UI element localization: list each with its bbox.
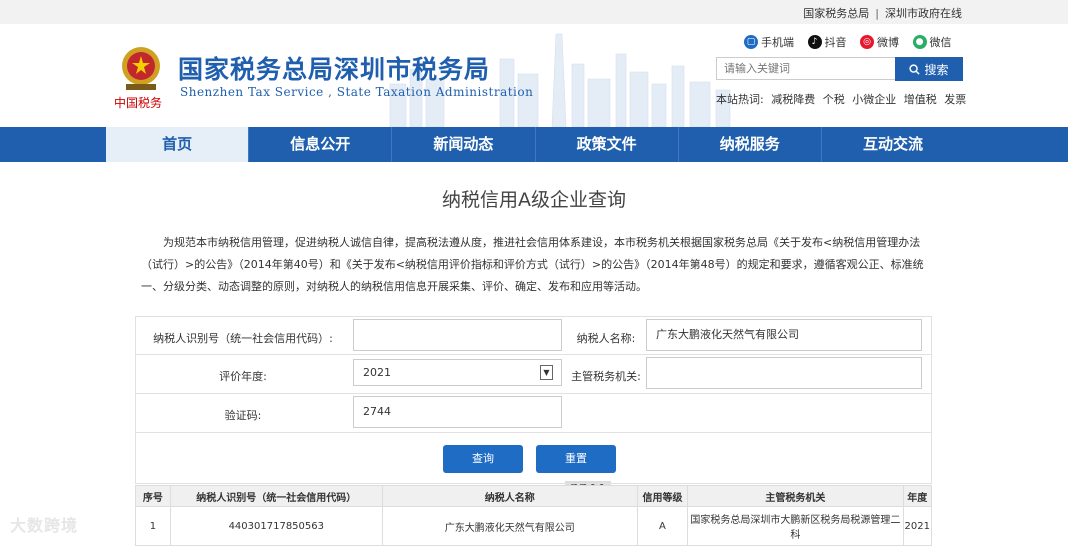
nav-home[interactable]: 首页 xyxy=(106,127,250,162)
nav-news[interactable]: 新闻动态 xyxy=(392,127,536,162)
cell-year: 2021 xyxy=(902,506,933,546)
col-header-taxpayer-name: 纳税人名称 xyxy=(381,485,638,507)
cell-taxpayer-name: 广东大鹏液化天然气有限公司 xyxy=(381,506,638,546)
main-nav: 首页 信息公开 新闻动态 政策文件 纳税服务 互动交流 xyxy=(0,127,1068,162)
query-button[interactable]: 查询 xyxy=(443,445,523,473)
social-wechat[interactable]: ● 微信 xyxy=(912,34,952,50)
social-douyin[interactable]: ♪ 抖音 xyxy=(807,34,847,50)
cell-index: 1 xyxy=(135,506,171,546)
col-header-authority: 主管税务机关 xyxy=(687,485,904,507)
cell-credit-level: A xyxy=(636,506,689,546)
taxpayer-id-field[interactable] xyxy=(353,319,562,351)
form-row: 纳税人识别号（统一社会信用代码）: 纳税人名称: 广东大鹏液化天然气有限公司 xyxy=(135,316,932,355)
wechat-icon: ● xyxy=(912,35,927,49)
hot-words-label: 本站热词: xyxy=(716,93,764,106)
taxpayer-id-label: 纳税人识别号（统一社会信用代码）: xyxy=(153,332,333,345)
search-button[interactable]: 搜索 xyxy=(895,57,963,81)
taxpayer-name-label: 纳税人名称: xyxy=(576,332,636,345)
nav-info-disclosure[interactable]: 信息公开 xyxy=(249,127,393,162)
top-links: 国家税务总局 | 深圳市政府在线 xyxy=(803,7,962,20)
nav-policy[interactable]: 政策文件 xyxy=(536,127,679,162)
form-row: 查询 重置 xyxy=(135,432,932,484)
results-table: 序号 纳税人识别号（统一社会信用代码） 纳税人名称 信用等级 主管税务机关 年度… xyxy=(135,485,933,546)
col-header-taxpayer-id: 纳税人识别号（统一社会信用代码） xyxy=(169,485,383,507)
social-weibo[interactable]: ◎ 微博 xyxy=(860,34,899,50)
year-label: 评价年度: xyxy=(219,370,267,383)
weibo-icon: ◎ xyxy=(860,35,874,49)
site-title-en: Shenzhen Tax Service , State Taxation Ad… xyxy=(180,85,534,99)
search-input[interactable] xyxy=(716,57,900,80)
authority-label: 主管税务机关: xyxy=(571,370,641,383)
top-link-sz-gov[interactable]: 深圳市政府在线 xyxy=(885,7,962,20)
emblem-caption: 中国税务 xyxy=(114,96,163,110)
form-row: 验证码: 2744 2744 xyxy=(135,393,932,499)
hot-word[interactable]: 增值税 xyxy=(904,93,937,106)
hot-word[interactable]: 发票 xyxy=(944,93,966,106)
hot-word[interactable]: 个税 xyxy=(823,93,845,106)
search-icon xyxy=(909,63,921,75)
mobile-icon: ▢ xyxy=(744,35,758,49)
top-link-sat[interactable]: 国家税务总局 xyxy=(803,7,869,20)
social-mobile[interactable]: ▢ 手机端 xyxy=(744,34,794,50)
site-title: 国家税务总局深圳市税务局 xyxy=(178,55,491,84)
taxpayer-name-field[interactable]: 广东大鹏液化天然气有限公司 xyxy=(646,319,922,351)
hot-word[interactable]: 减税降费 xyxy=(771,93,815,106)
col-header-credit-level: 信用等级 xyxy=(636,485,689,507)
captcha-field[interactable]: 2744 xyxy=(353,396,562,428)
nav-interaction[interactable]: 互动交流 xyxy=(822,127,964,162)
hot-word[interactable]: 小微企业 xyxy=(852,93,896,106)
chevron-down-icon: ▼ xyxy=(540,365,553,380)
cell-authority: 国家税务总局深圳市大鹏新区税务局税源管理二科 xyxy=(687,506,904,546)
col-header-index: 序号 xyxy=(135,485,171,507)
page-title: 纳税信用A级企业查询 xyxy=(442,189,626,211)
douyin-icon: ♪ xyxy=(807,35,822,49)
col-header-year: 年度 xyxy=(902,485,933,507)
year-select[interactable]: 2021 ▼ xyxy=(353,359,562,386)
captcha-label: 验证码: xyxy=(224,409,262,422)
site-header: 中国税务 国家税务总局深圳市税务局 Shenzhen Tax Service ,… xyxy=(0,24,1068,127)
hot-words: 本站热词: 减税降费 个税 小微企业 增值税 发票 xyxy=(716,91,970,107)
table-row: 1 440301717850563 广东大鹏液化天然气有限公司 A 国家税务总局… xyxy=(135,506,933,546)
reset-button[interactable]: 重置 xyxy=(536,445,616,473)
cell-taxpayer-id: 440301717850563 xyxy=(169,506,383,546)
intro-paragraph: 为规范本市纳税信用管理，促进纳税人诚信自律，提高税法遵从度，推进社会信用体系建设… xyxy=(141,236,924,293)
authority-field[interactable] xyxy=(646,357,922,389)
top-bar: 国家税务总局 | 深圳市政府在线 xyxy=(0,0,1068,24)
nav-tax-service[interactable]: 纳税服务 xyxy=(679,127,822,162)
social-links: ▢ 手机端 ♪ 抖音 ◎ 微博 ● 微信 xyxy=(744,34,962,50)
watermark: 大数跨境 xyxy=(10,516,79,535)
form-row: 评价年度: 2021 ▼ 主管税务机关: xyxy=(135,354,932,394)
